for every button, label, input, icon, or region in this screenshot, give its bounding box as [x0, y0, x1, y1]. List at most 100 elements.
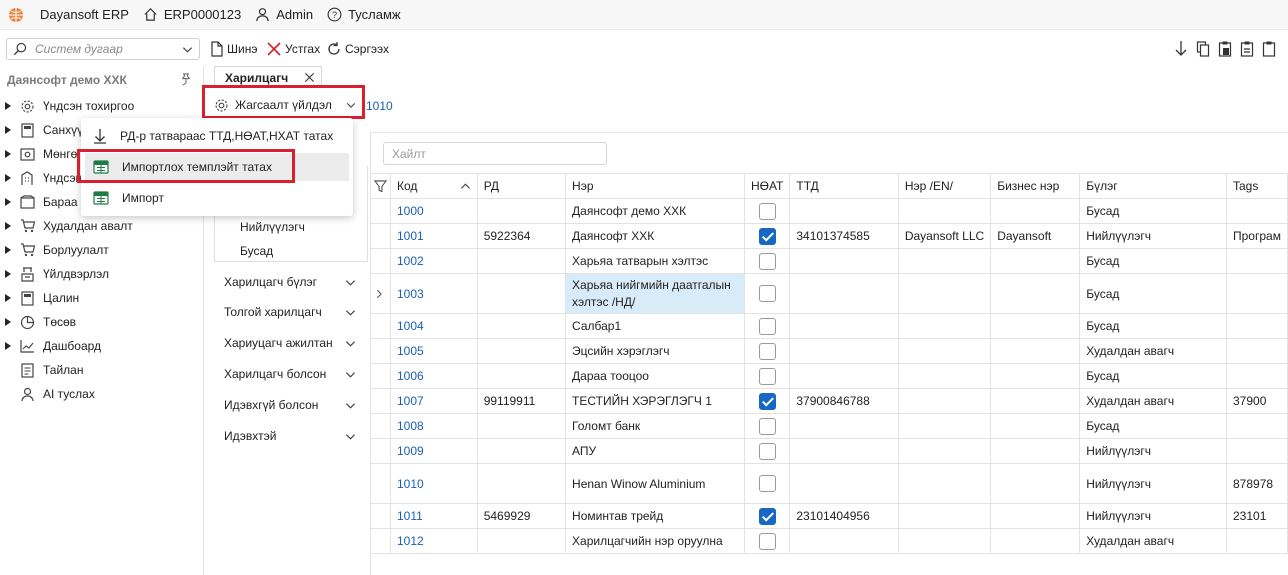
cell-tags[interactable] [1226, 363, 1288, 389]
cell-name-en[interactable] [897, 388, 992, 414]
expand-arrow-icon[interactable] [5, 318, 13, 326]
vat-checkbox[interactable] [758, 202, 776, 220]
search-input[interactable] [35, 42, 175, 56]
cell-tags[interactable] [1226, 338, 1288, 364]
table-row[interactable]: 1002 Харьяа татварын хэлтэс Бусад [370, 248, 1288, 274]
cell-name-en[interactable] [897, 248, 992, 274]
cell-name-en[interactable] [897, 463, 992, 504]
cell-code[interactable]: 1003 [390, 273, 478, 314]
cell-name-en[interactable] [897, 503, 992, 529]
cell-group[interactable]: Бусад [1079, 248, 1227, 274]
cell-ttd[interactable] [789, 463, 899, 504]
cell-code[interactable]: 1008 [390, 413, 478, 439]
sidebar-item-purchase[interactable]: Худалдан авалт [0, 215, 133, 237]
copy-icon[interactable] [1196, 40, 1210, 58]
cell-ttd[interactable] [789, 273, 899, 314]
cell-tags[interactable] [1226, 313, 1288, 339]
table-row[interactable]: 1006 Дараа тооцоо Бусад [370, 363, 1288, 389]
filter-item-other[interactable]: Бусад [240, 244, 273, 258]
cell-vat[interactable] [743, 463, 791, 504]
table-row[interactable]: 1000 Даянсофт демо ХХК Бусад [370, 198, 1288, 224]
vat-checkbox[interactable] [758, 475, 776, 492]
table-row[interactable]: 1005 Эцсийн хэрэглэгч Худалдан авагч [370, 338, 1288, 364]
cell-vat[interactable] [743, 273, 791, 314]
cell-rd[interactable] [476, 198, 567, 224]
cell-name[interactable]: ТЕСТИЙН ХЭРЭГЛЭГЧ 1 [565, 388, 745, 414]
cell-group[interactable]: Нийлүүлэгч [1079, 463, 1227, 504]
cell-group[interactable]: Бусад [1079, 413, 1227, 439]
cell-biz[interactable] [990, 388, 1081, 414]
cell-biz[interactable] [990, 198, 1081, 224]
cell-group[interactable]: Бусад [1079, 363, 1227, 389]
system-number-search[interactable] [6, 38, 200, 60]
table-row[interactable]: 1010 Henan Winow Aluminium Нийлүүлэгч 87897… [370, 463, 1288, 504]
cell-code[interactable]: 1004 [390, 313, 478, 339]
cell-group[interactable]: Худалдан авагч [1079, 338, 1227, 364]
expand-arrow-icon[interactable] [5, 270, 13, 278]
cell-group[interactable]: Бусад [1079, 198, 1227, 224]
cell-biz[interactable]: Dayansoft [990, 223, 1081, 249]
clipboard-icon[interactable] [1240, 40, 1254, 58]
cell-vat[interactable] [743, 503, 791, 529]
filter-group-deactivated[interactable]: Идэвхгүй болсон [224, 395, 356, 415]
cell-ttd[interactable] [789, 248, 899, 274]
cell-name[interactable]: Номинтав трейд [565, 503, 745, 529]
cell-tags[interactable] [1226, 528, 1288, 554]
expand-arrow-icon[interactable] [5, 174, 13, 182]
cell-tags[interactable]: 878978 [1226, 463, 1288, 504]
cell-vat[interactable] [743, 313, 791, 339]
column-header-business-name[interactable]: Бизнес нэр [990, 173, 1081, 199]
pin-icon[interactable] [179, 73, 192, 86]
menu-item-import[interactable]: Импорт [85, 184, 349, 212]
app-logo[interactable]: Dayansoft ERP [8, 7, 129, 23]
cell-name[interactable]: Даянсофт демо ХХК [565, 198, 745, 224]
sidebar-item-salary[interactable]: Цалин [0, 287, 79, 309]
clipboard-partial-icon[interactable] [1262, 40, 1276, 58]
cell-ttd[interactable]: 34101374585 [789, 223, 899, 249]
sidebar-item-sales[interactable]: Борлуулалт [0, 239, 109, 261]
vat-checkbox[interactable] [758, 532, 776, 550]
cell-rd[interactable] [476, 413, 567, 439]
cell-vat[interactable] [743, 528, 791, 554]
sidebar-item-fixed-assets[interactable]: Үндсэн [0, 167, 82, 189]
close-icon[interactable] [304, 72, 315, 83]
vat-checkbox[interactable] [758, 227, 776, 245]
sidebar-item-production[interactable]: Үйлдвэрлэл [0, 263, 109, 285]
sidebar-item-budget[interactable]: Төсөв [0, 311, 76, 333]
cell-vat[interactable] [743, 413, 791, 439]
sidebar-item-report[interactable]: Тайлан [0, 359, 83, 381]
cell-code[interactable]: 1009 [390, 438, 478, 464]
vat-checkbox[interactable] [758, 507, 776, 525]
filter-icon[interactable] [374, 179, 387, 193]
menu-item-fetch-tax-info[interactable]: РД-р татвараас ТТД,НӨАТ,НХАТ татах [85, 122, 349, 150]
cell-rd[interactable] [476, 273, 567, 314]
cell-group[interactable]: Нийлүүлэгч [1079, 438, 1227, 464]
refresh-button[interactable]: Сэргээх [326, 38, 389, 60]
vat-checkbox[interactable] [758, 317, 776, 335]
cell-code[interactable]: 1011 [390, 503, 478, 529]
expand-arrow-icon[interactable] [5, 294, 13, 302]
cell-name[interactable]: Харьяа татварын хэлтэс [565, 248, 745, 274]
cell-tags[interactable]: Програм [1226, 223, 1288, 249]
cell-tags[interactable] [1226, 248, 1288, 274]
cell-ttd[interactable]: 37900846788 [789, 388, 899, 414]
cell-biz[interactable] [990, 463, 1081, 504]
vat-checkbox[interactable] [758, 252, 776, 270]
cell-rd[interactable] [476, 528, 567, 554]
cell-biz[interactable] [990, 413, 1081, 439]
cell-name[interactable]: Дараа тооцоо [565, 363, 745, 389]
cell-ttd[interactable] [789, 198, 899, 224]
cell-rd[interactable] [476, 363, 567, 389]
cell-rd[interactable] [476, 463, 567, 504]
cell-vat[interactable] [743, 363, 791, 389]
cell-tags[interactable] [1226, 438, 1288, 464]
expand-arrow-icon[interactable] [5, 150, 13, 158]
cell-rd[interactable]: 99119911 [476, 388, 567, 414]
table-row[interactable]: 1001 5922364 Даянсофт ХХК 34101374585 Dayans… [370, 223, 1288, 249]
filter-header-cell[interactable] [370, 173, 391, 199]
cell-name[interactable]: Даянсофт ХХК [565, 223, 745, 249]
cell-rd[interactable] [476, 248, 567, 274]
cell-tags[interactable]: 37900 [1226, 388, 1288, 414]
cell-code[interactable]: 1002 [390, 248, 478, 274]
sidebar-item-dashboard[interactable]: Дашбоард [0, 335, 101, 357]
